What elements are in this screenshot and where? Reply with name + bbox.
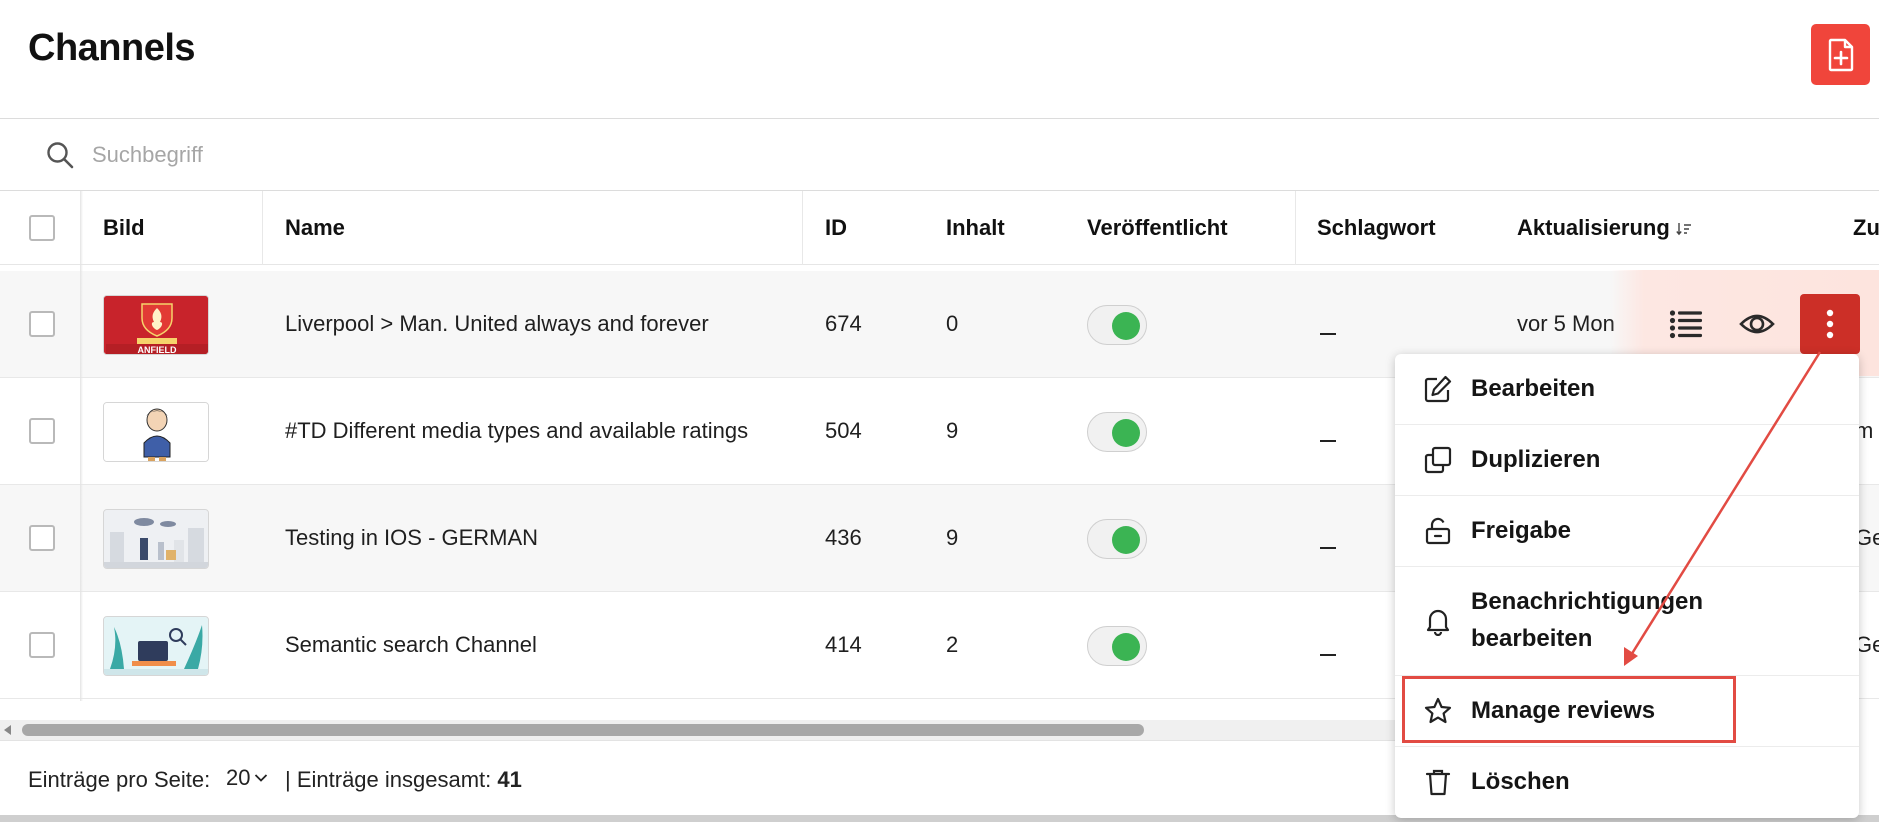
- total-entries-label: | Einträge insgesamt:: [285, 767, 492, 792]
- menu-item-delete[interactable]: Löschen: [1395, 747, 1859, 818]
- list-button[interactable]: [1666, 306, 1706, 342]
- channel-thumbnail: [103, 402, 209, 462]
- channel-id: 504: [825, 418, 862, 443]
- menu-item-share[interactable]: Freigabe: [1395, 496, 1859, 567]
- preview-button[interactable]: [1737, 306, 1777, 342]
- updated-time: vor 5 Mon: [1517, 311, 1615, 336]
- row-checkbox[interactable]: [29, 311, 55, 337]
- channel-thumbnail: [103, 616, 209, 676]
- menu-item-edit[interactable]: Bearbeiten: [1395, 354, 1859, 425]
- column-header-aktualisierung-label: Aktualisierung: [1517, 215, 1670, 240]
- published-toggle[interactable]: [1087, 626, 1147, 666]
- channel-content-count: 0: [946, 311, 959, 336]
- channel-thumbnail: [103, 509, 209, 569]
- toggle-knob: [1112, 419, 1140, 447]
- total-entries: | Einträge insgesamt: 41: [285, 767, 522, 793]
- trash-icon: [1425, 769, 1451, 796]
- column-header-veroeffentlicht[interactable]: Veröffentlicht: [1087, 215, 1228, 241]
- published-toggle[interactable]: [1087, 412, 1147, 452]
- add-file-icon: [1828, 38, 1853, 71]
- total-entries-value: 41: [497, 767, 522, 792]
- search-bar: [0, 119, 1879, 191]
- sticky-column-shadow: [80, 191, 83, 701]
- per-page-select[interactable]: 20: [226, 765, 268, 791]
- column-header-bild[interactable]: Bild: [103, 215, 145, 241]
- channel-thumbnail: ANFIELD: [103, 295, 209, 355]
- horizontal-scrollbar[interactable]: [0, 720, 1395, 740]
- scroll-left-arrow[interactable]: [4, 725, 11, 735]
- menu-item-label: Bearbeiten: [1471, 375, 1596, 402]
- tag-placeholder: [1320, 547, 1336, 549]
- channel-name[interactable]: Testing in IOS - GERMAN: [285, 525, 538, 551]
- duplicate-icon: [1424, 446, 1452, 474]
- row-checkbox[interactable]: [29, 418, 55, 444]
- scrollbar-thumb[interactable]: [22, 724, 1144, 736]
- menu-item-label-line2: bearbeiten: [1471, 625, 1593, 652]
- row-actions-menu: Bearbeiten Duplizieren Freigabe Benachri…: [1395, 354, 1859, 818]
- unlock-icon: [1425, 517, 1451, 545]
- column-header-aktualisierung[interactable]: Aktualisierung: [1517, 215, 1692, 241]
- tag-placeholder: [1320, 333, 1336, 335]
- thumbnail-text: ANFIELD: [138, 345, 177, 355]
- table-header: Bild Name ID Inhalt Veröffentlicht Schla…: [0, 191, 1879, 265]
- list-icon: [1669, 310, 1702, 339]
- chevron-down-icon: [255, 774, 268, 782]
- select-all-checkbox[interactable]: [29, 215, 55, 241]
- column-divider: [1295, 191, 1296, 265]
- row-checkbox[interactable]: [29, 525, 55, 551]
- menu-item-label: Freigabe: [1471, 517, 1572, 544]
- more-actions-button[interactable]: [1800, 294, 1860, 354]
- toggle-knob: [1112, 633, 1140, 661]
- business-illustration-image: [104, 510, 208, 568]
- bell-icon: [1426, 609, 1450, 636]
- channel-name[interactable]: Semantic search Channel: [285, 632, 537, 658]
- tag-placeholder: [1320, 440, 1336, 442]
- add-channel-button[interactable]: [1811, 24, 1870, 85]
- page-header: Channels: [0, 0, 1879, 119]
- column-header-zu[interactable]: Zu: [1853, 215, 1879, 241]
- published-toggle[interactable]: [1087, 519, 1147, 559]
- channel-content-count: 9: [946, 525, 959, 550]
- sort-descending-icon: [1676, 223, 1691, 236]
- menu-item-duplicate[interactable]: Duplizieren: [1395, 425, 1859, 496]
- menu-item-notifications[interactable]: Benachrichtigungen bearbeiten: [1395, 567, 1859, 676]
- toggle-knob: [1112, 526, 1140, 554]
- column-divider: [262, 191, 263, 265]
- per-page-label: Einträge pro Seite:: [28, 767, 211, 792]
- menu-item-label: Duplizieren: [1471, 446, 1601, 473]
- column-header-name[interactable]: Name: [285, 215, 345, 241]
- search-input[interactable]: [92, 135, 692, 175]
- edit-icon: [1424, 375, 1452, 403]
- channel-content-count: 2: [946, 632, 959, 657]
- channel-name[interactable]: #TD Different media types and available …: [285, 418, 748, 444]
- annotation-highlight-box: [1402, 676, 1736, 743]
- character-image: [104, 403, 208, 461]
- per-page-value: 20: [226, 765, 251, 790]
- published-toggle[interactable]: [1087, 305, 1147, 345]
- page-title: Channels: [28, 27, 196, 69]
- menu-item-label: Löschen: [1471, 768, 1570, 795]
- channel-id: 674: [825, 311, 862, 336]
- channel-id: 436: [825, 525, 862, 550]
- channel-id: 414: [825, 632, 862, 657]
- column-header-id[interactable]: ID: [825, 215, 847, 241]
- eye-icon: [1739, 314, 1775, 334]
- table-footer: Einträge pro Seite: 20 | Einträge insges…: [0, 740, 1395, 818]
- channel-name[interactable]: Liverpool > Man. United always and forev…: [285, 311, 709, 337]
- more-vertical-icon: [1826, 309, 1834, 339]
- menu-item-label: Benachrichtigungen: [1471, 588, 1704, 615]
- toggle-knob: [1112, 312, 1140, 340]
- column-header-inhalt[interactable]: Inhalt: [946, 215, 1005, 241]
- row-checkbox[interactable]: [29, 632, 55, 658]
- column-header-schlagwort[interactable]: Schlagwort: [1317, 215, 1436, 241]
- search-icon: [47, 142, 74, 169]
- tag-placeholder: [1320, 654, 1336, 656]
- liverpool-crest-image: ANFIELD: [104, 296, 208, 355]
- channel-content-count: 9: [946, 418, 959, 443]
- column-divider: [802, 191, 803, 265]
- search-illustration-image: [104, 617, 208, 675]
